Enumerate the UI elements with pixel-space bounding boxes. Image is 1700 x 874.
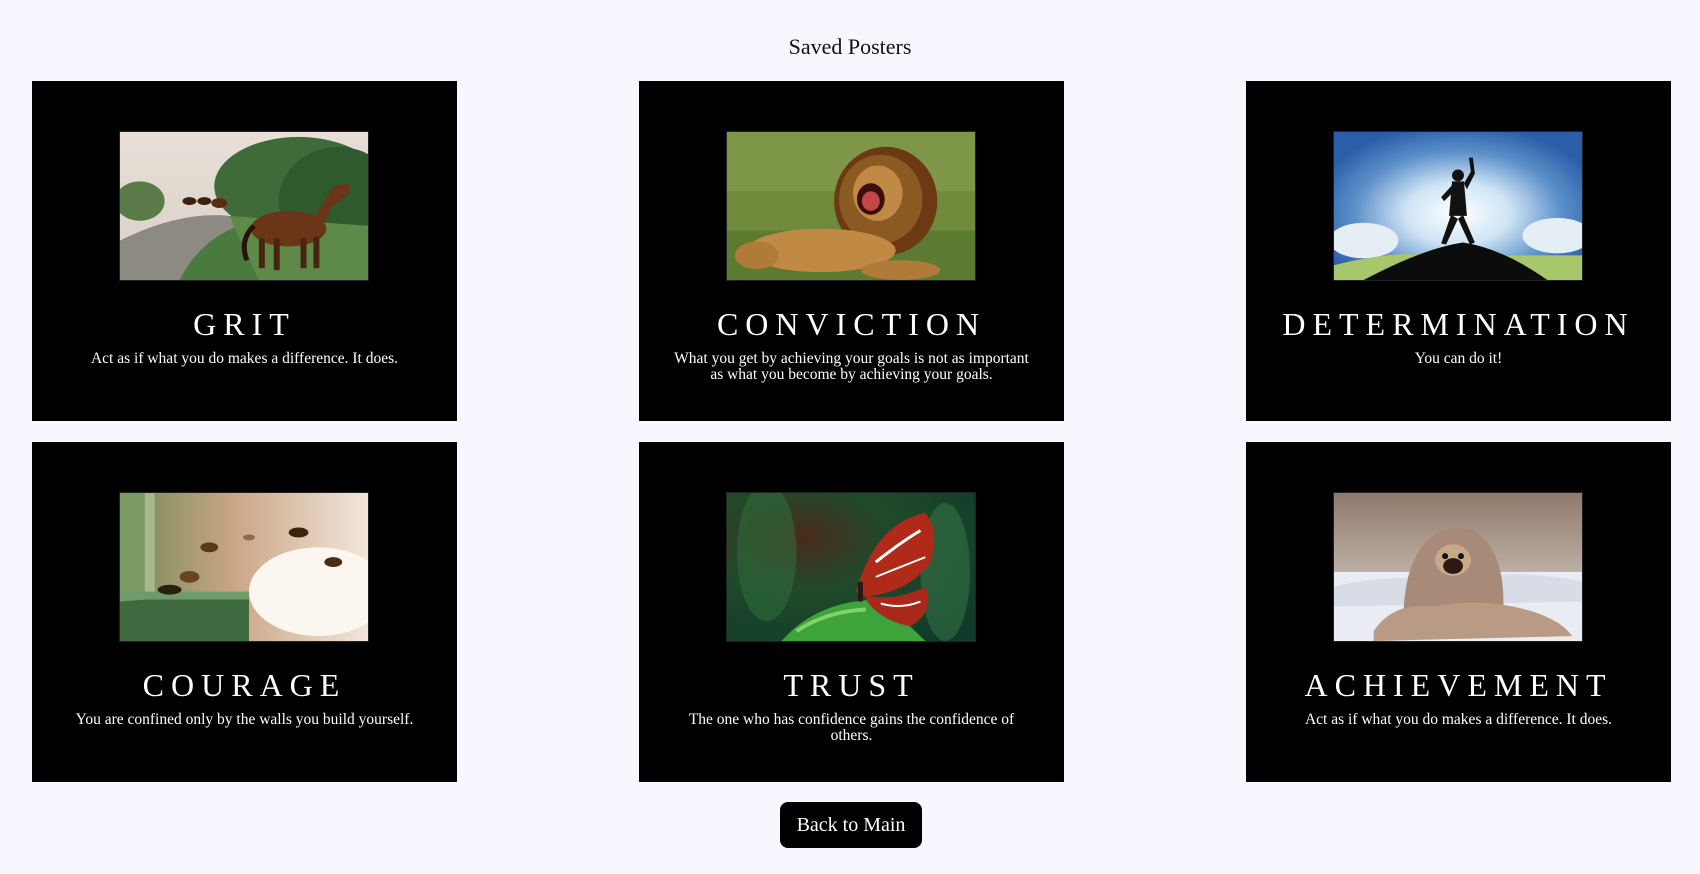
saved-posters-grid: GRIT Act as if what you do makes a diffe… — [32, 81, 1671, 782]
mountain-summit-silhouette-photo — [1333, 131, 1583, 281]
poster-title: ACHIEVEMENT — [1304, 667, 1613, 703]
lion-roaring-photo — [726, 131, 976, 281]
poster-quote: Act as if what you do makes a difference… — [1304, 711, 1613, 728]
poster-card-courage[interactable]: COURAGE You are confined only by the wal… — [32, 442, 457, 782]
poster-card-conviction[interactable]: CONVICTION What you get by achieving you… — [639, 81, 1064, 421]
poster-quote: You can do it! — [1414, 350, 1503, 367]
butterfly-on-fern-photo — [726, 492, 976, 642]
poster-title: DETERMINATION — [1282, 306, 1635, 342]
poster-card-achievement[interactable]: ACHIEVEMENT Act as if what you do makes … — [1246, 442, 1671, 782]
page-title: Saved Posters — [788, 34, 912, 59]
poster-quote: The one who has confidence gains the con… — [688, 711, 1015, 744]
poster-title: TRUST — [783, 667, 920, 703]
poster-quote: Act as if what you do makes a difference… — [90, 350, 399, 367]
poster-quote: What you get by achieving your goals is … — [674, 350, 1029, 383]
poster-card-trust[interactable]: TRUST The one who has confidence gains t… — [639, 442, 1064, 782]
pug-in-blanket-photo — [1333, 492, 1583, 642]
poster-title: CONVICTION — [716, 306, 987, 342]
poster-card-determination[interactable]: DETERMINATION You can do it! — [1246, 81, 1671, 421]
bees-hive-photo — [119, 492, 369, 642]
poster-title: GRIT — [193, 306, 296, 342]
back-to-main-button[interactable]: Back to Main — [780, 802, 922, 848]
poster-quote: You are confined only by the walls you b… — [75, 711, 414, 728]
poster-title: COURAGE — [142, 667, 347, 703]
horses-photo — [119, 131, 369, 281]
poster-card-grit[interactable]: GRIT Act as if what you do makes a diffe… — [32, 81, 457, 421]
